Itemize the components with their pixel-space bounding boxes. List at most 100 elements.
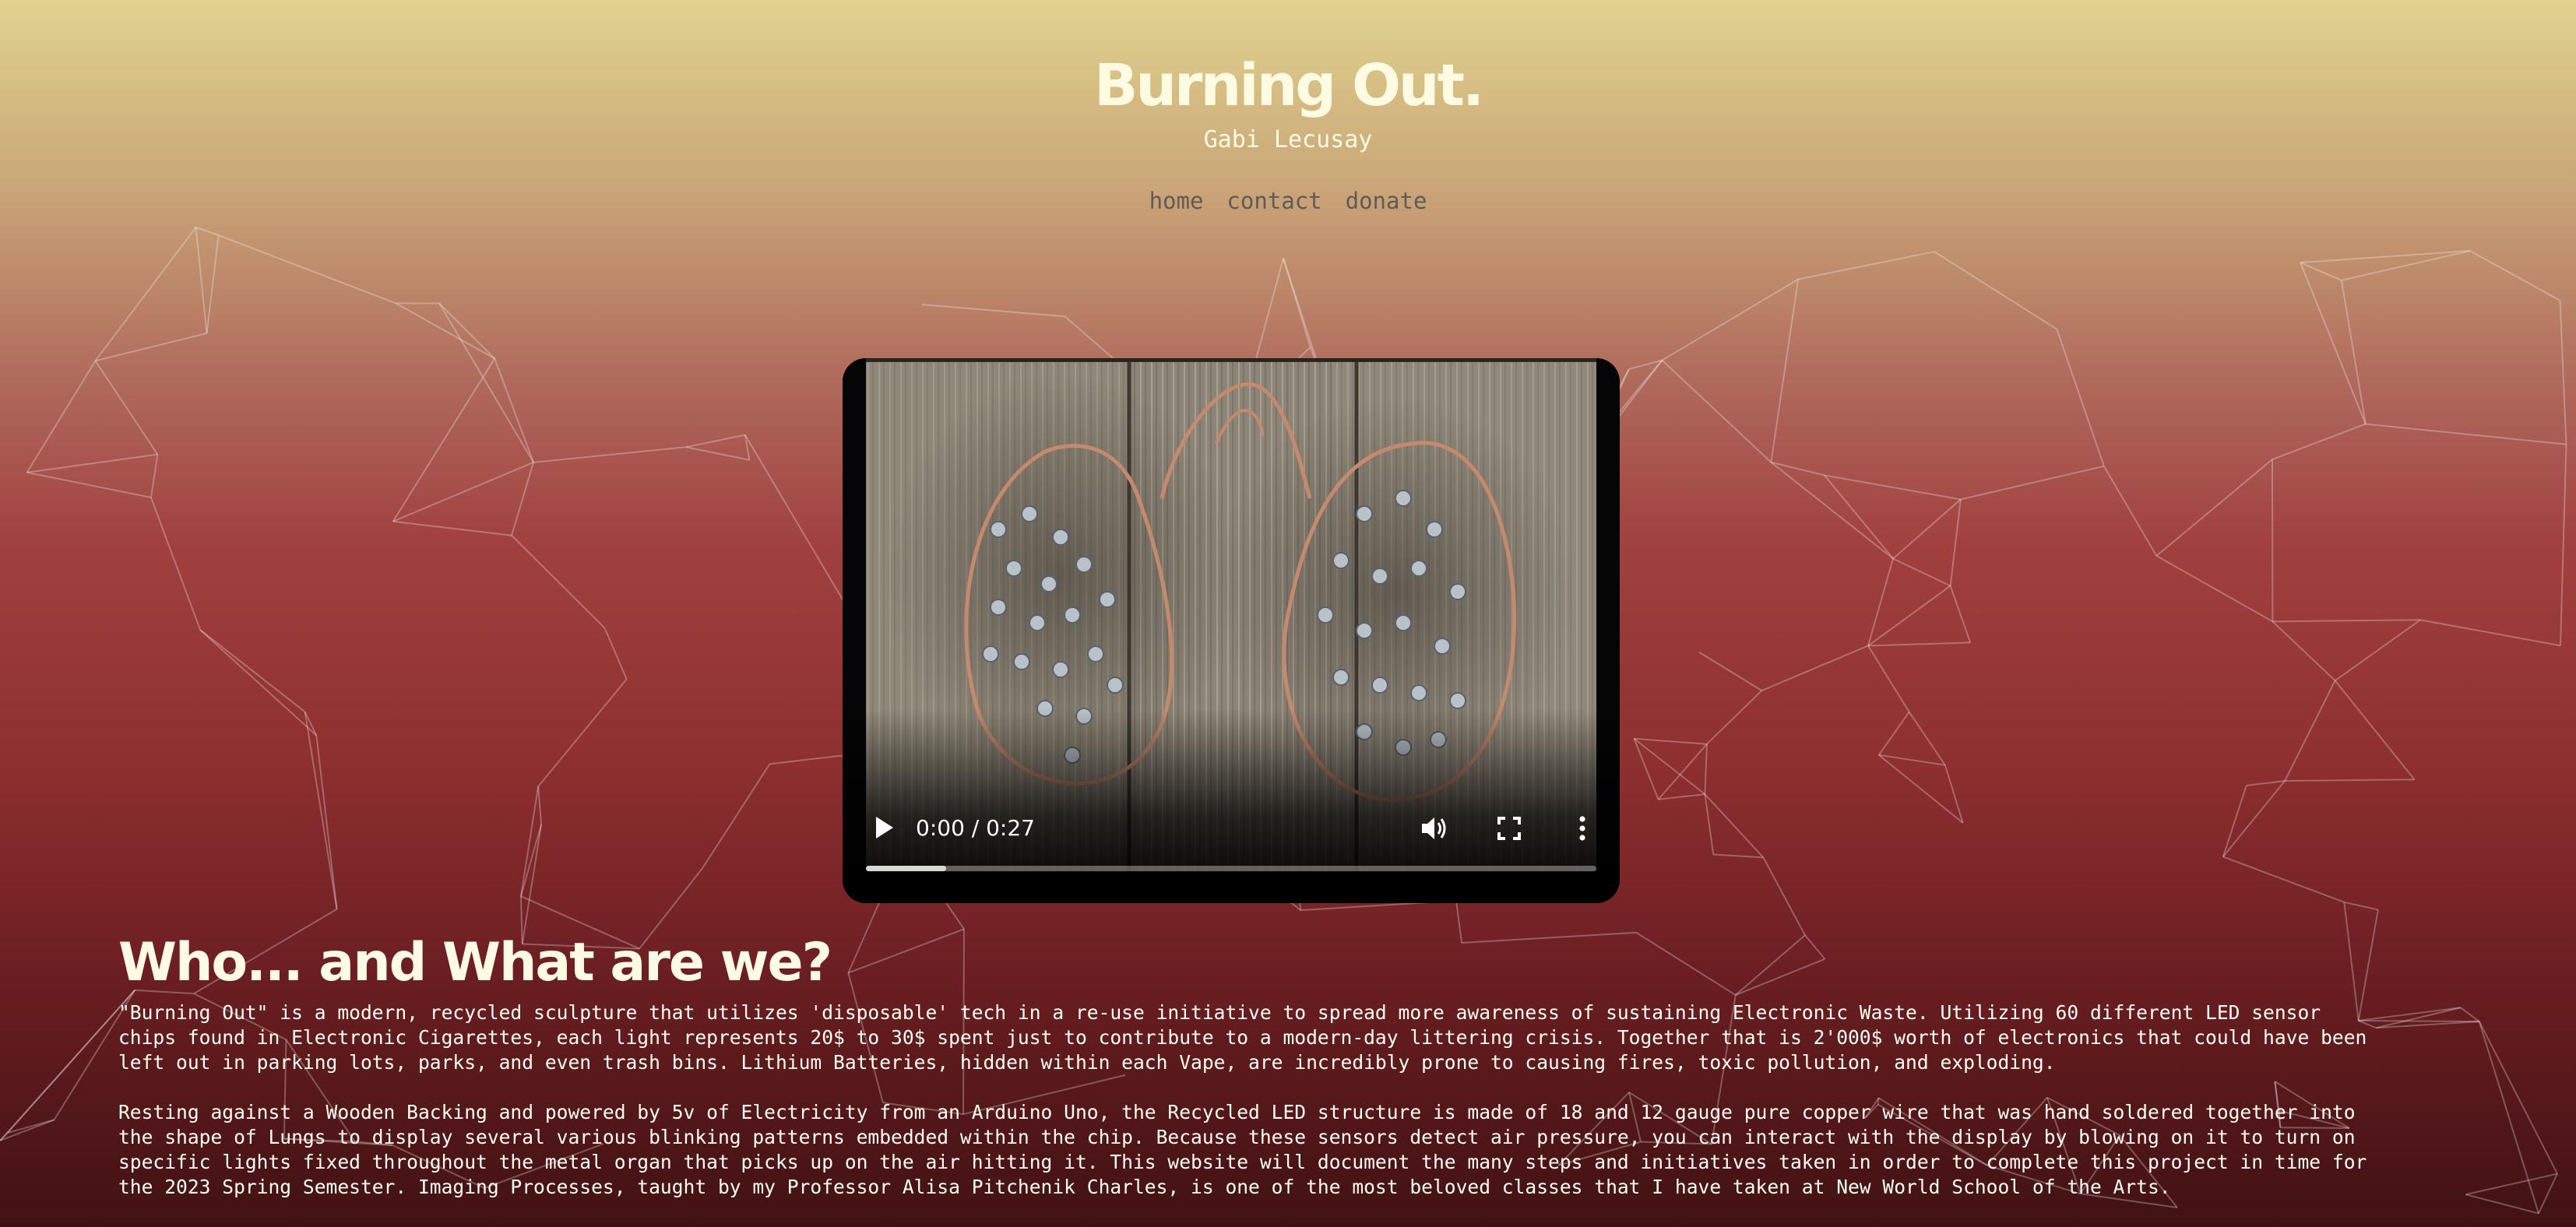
mesh-line	[2335, 619, 2421, 682]
nav-contact-link[interactable]: contact	[1226, 184, 1321, 218]
mesh-line	[2056, 329, 2105, 467]
mesh-line	[2376, 1021, 2479, 1029]
mesh-line	[1771, 461, 1825, 476]
time-display: 0:00 / 0:27	[916, 815, 1035, 841]
mesh-line	[199, 629, 318, 737]
mesh-line	[1770, 461, 1894, 560]
mesh-line	[2222, 785, 2247, 857]
mesh-line	[7, 1119, 55, 1134]
mesh-line	[2538, 1173, 2558, 1214]
mesh-line	[1635, 931, 1737, 996]
mesh-line	[1878, 754, 1945, 766]
about-paragraph-1: "Burning Out" is a modern, recycled scul…	[118, 1001, 2367, 1074]
mesh-line	[1908, 711, 1946, 766]
mesh-line	[26, 453, 158, 473]
mesh-line	[206, 234, 220, 334]
mesh-line	[1735, 958, 1825, 996]
mesh-line	[199, 629, 306, 713]
mesh-line	[392, 358, 496, 522]
mesh-line	[1944, 765, 1964, 824]
more-options-button[interactable]	[1564, 810, 1601, 847]
mesh-line	[2272, 619, 2421, 623]
mesh-line	[921, 304, 1065, 318]
mesh-line	[195, 227, 219, 237]
main-nav: home contact donate	[0, 184, 2576, 218]
mesh-line	[1661, 278, 1799, 361]
mesh-line	[685, 434, 745, 448]
mesh-line	[1461, 931, 1637, 944]
volume-button[interactable]	[1416, 810, 1453, 847]
mesh-line	[438, 302, 495, 360]
mesh-line	[2560, 444, 2567, 646]
nav-home-link[interactable]: home	[1149, 184, 1204, 218]
mesh-line	[1661, 360, 1772, 463]
mesh-line	[2334, 680, 2416, 780]
mesh-line	[2465, 1173, 2558, 1196]
mesh-line	[2222, 780, 2286, 858]
mesh-line	[1824, 474, 1961, 501]
more-options-icon	[1579, 816, 1585, 841]
about-paragraph-2: Resting against a Wooden Backing and pow…	[118, 1101, 2367, 1198]
mesh-line	[519, 824, 543, 897]
mesh-line	[2465, 1194, 2539, 1215]
mesh-line	[702, 763, 771, 869]
mesh-line	[1824, 474, 1894, 560]
mesh-line	[2478, 1021, 2539, 1214]
mesh-line	[1949, 585, 1972, 643]
video-progress-bar[interactable]	[866, 866, 1596, 871]
mesh-line	[2365, 423, 2567, 445]
mesh-line	[1628, 359, 1663, 371]
mesh-line	[2272, 621, 2336, 681]
mesh-line	[392, 520, 512, 536]
mesh-line	[1704, 793, 1765, 859]
mesh-line	[1735, 934, 1806, 996]
mesh-line	[2460, 1007, 2480, 1022]
mesh-line	[537, 678, 628, 787]
mesh-line	[392, 461, 534, 522]
mesh-line	[1657, 744, 1708, 800]
mesh-line	[2559, 300, 2567, 445]
mesh-line	[150, 454, 159, 498]
mesh-line	[1634, 737, 1707, 745]
mesh-line	[511, 535, 606, 629]
mesh-line	[438, 303, 534, 463]
mesh-line	[2246, 780, 2286, 786]
mesh-line	[2341, 250, 2471, 282]
mesh-line	[494, 358, 534, 463]
fullscreen-icon	[1497, 817, 1521, 840]
mesh-line	[1804, 934, 1826, 960]
mesh-line	[2222, 856, 2345, 903]
mesh-line	[195, 227, 208, 334]
video-player[interactable]: 0:00 / 0:27	[843, 358, 1620, 903]
site-author: Gabi Lecusay	[1203, 126, 1373, 153]
mesh-line	[1706, 690, 1763, 745]
nav-donate-link[interactable]: donate	[1346, 184, 1427, 218]
mesh-line	[1704, 793, 1715, 855]
mesh-line	[1797, 251, 1935, 280]
mesh-line	[1761, 645, 1869, 691]
mesh-line	[395, 302, 495, 360]
volume-icon	[1422, 817, 1446, 839]
mesh-line	[95, 332, 207, 362]
mesh-line	[2103, 466, 2158, 557]
mesh-line	[2300, 250, 2471, 264]
fullscreen-button[interactable]	[1490, 810, 1528, 847]
mesh-line	[304, 711, 318, 737]
mesh-line	[1698, 651, 1762, 691]
about-heading: Who... and What are we?	[118, 932, 832, 993]
mesh-line	[685, 446, 750, 461]
mesh-line	[604, 628, 628, 680]
mesh-line	[7, 990, 135, 1134]
mesh-line	[1949, 499, 1962, 586]
play-button[interactable]	[869, 812, 900, 843]
mesh-line	[848, 928, 965, 974]
mesh-line	[1877, 711, 1910, 756]
mesh-line	[1283, 258, 1311, 348]
mesh-line	[2340, 280, 2367, 424]
mesh-line	[2285, 779, 2415, 782]
mesh-line	[1867, 642, 1971, 647]
mesh-line	[519, 786, 540, 897]
mesh-line	[537, 786, 543, 825]
mesh-line	[94, 227, 197, 362]
mesh-line	[1762, 856, 1806, 936]
